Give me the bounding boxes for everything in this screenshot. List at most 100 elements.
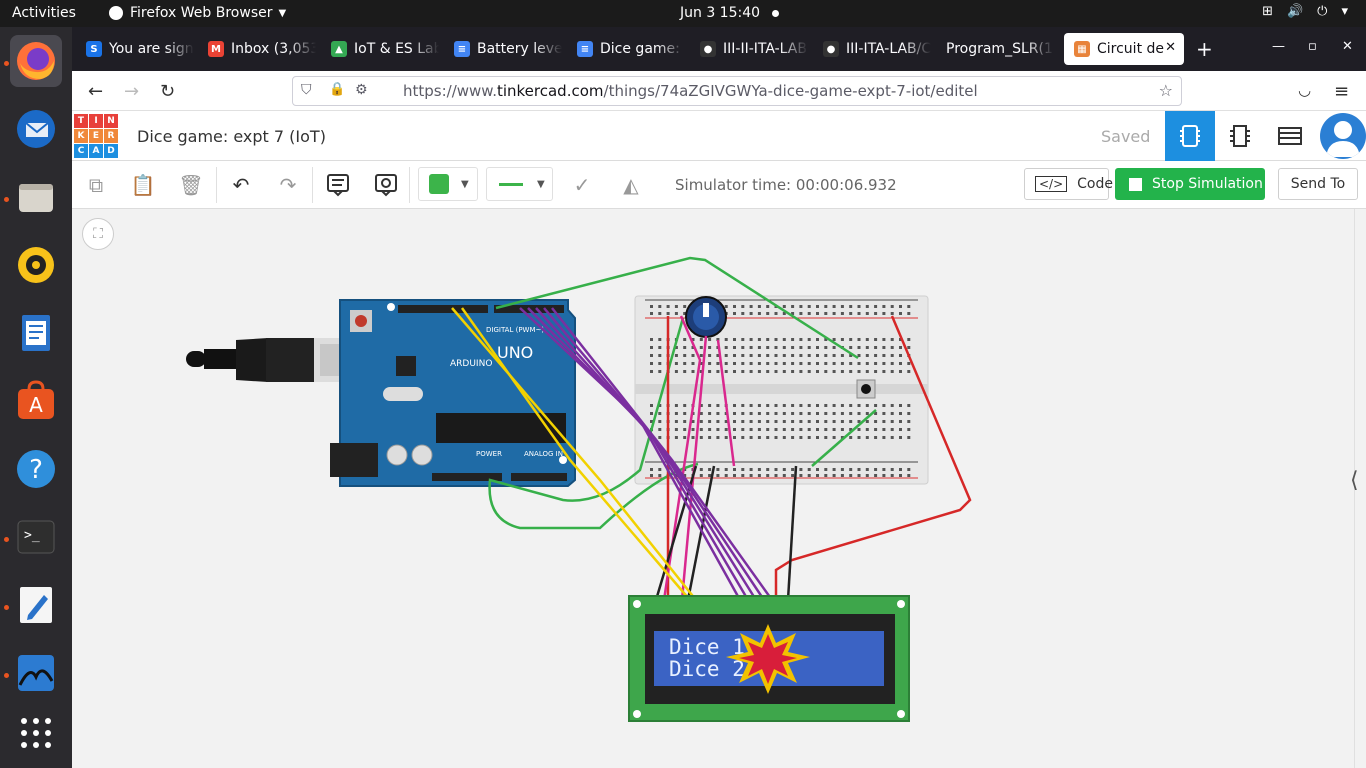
browser-tab[interactable]: ▲ IoT & ES Lab <box>321 33 439 65</box>
tab-label: Circuit de <box>1097 41 1165 57</box>
rotate-icon[interactable]: ✓ <box>568 171 596 199</box>
wire-type-icon <box>499 182 523 186</box>
tinkercad-header: TIN KER CAD Dice game: expt 7 (IoT) Saved <box>72 111 1366 161</box>
show-apps-icon[interactable] <box>10 707 62 759</box>
app-name: Firefox Web Browser <box>130 5 273 21</box>
stop-icon <box>1129 177 1142 191</box>
browser-tab[interactable]: ≡ Dice game: e <box>567 33 685 65</box>
text-editor-icon[interactable] <box>10 579 62 631</box>
app-center-icon[interactable]: A <box>10 375 62 427</box>
minimize-icon[interactable]: — <box>1272 39 1285 54</box>
redo-icon[interactable]: ↷ <box>274 171 302 199</box>
code-icon: </> <box>1035 176 1068 192</box>
clock[interactable]: Jun 3 15:40 <box>680 5 760 21</box>
help-icon[interactable]: ? <box>10 443 62 495</box>
design-title[interactable]: Dice game: expt 7 (IoT) <box>137 127 326 146</box>
forward-icon[interactable]: → <box>124 81 139 102</box>
browser-tab[interactable]: ≡ Battery leve <box>444 33 562 65</box>
chevron-down-icon[interactable]: ▾ <box>1341 4 1348 19</box>
libreoffice-writer-icon[interactable] <box>10 307 62 359</box>
browser-tab[interactable]: Program_SLR(1 <box>936 33 1054 65</box>
zoom-to-fit-icon[interactable]: ⛶ <box>82 218 114 250</box>
logo-letter: N <box>104 114 118 128</box>
firefox-app-icon <box>109 6 123 20</box>
shield-icon[interactable]: ⛉ <box>301 82 312 98</box>
close-window-icon[interactable]: ✕ <box>1342 39 1353 54</box>
terminal-icon[interactable]: >_ <box>10 511 62 563</box>
pocket-icon[interactable]: ◡ <box>1298 81 1311 99</box>
new-tab-icon[interactable]: + <box>1196 37 1213 61</box>
back-icon[interactable]: ← <box>88 81 103 102</box>
toolbar-divider <box>312 167 313 203</box>
schematic-icon <box>1230 125 1250 147</box>
tab-favicon-icon: M <box>208 41 224 57</box>
permissions-icon[interactable]: ⚙ <box>355 82 368 98</box>
url-text[interactable]: https://www.tinkercad.com/things/74aZGIV… <box>403 82 978 100</box>
stop-simulation-button[interactable]: Stop Simulation <box>1115 168 1265 200</box>
tinkercad-logo[interactable]: TIN KER CAD <box>74 114 118 158</box>
firefox-icon[interactable] <box>10 35 62 87</box>
app-menu[interactable]: Firefox Web Browser ▼ <box>108 5 286 21</box>
svg-text:>_: >_ <box>24 528 40 543</box>
network-icon[interactable]: ⊞ <box>1262 4 1273 19</box>
wire-color-swatch <box>429 174 449 194</box>
github-icon: ● <box>823 41 839 57</box>
power-icon[interactable]: ⏻ <box>1317 4 1327 19</box>
flip-icon[interactable]: ◭ <box>617 171 645 199</box>
stop-simulation-label: Stop Simulation <box>1152 176 1263 192</box>
menu-icon[interactable]: ≡ <box>1334 81 1349 102</box>
toggle-notes-visibility-icon[interactable] <box>372 171 400 199</box>
code-button[interactable]: </> Code <box>1024 168 1113 200</box>
circuit-canvas[interactable] <box>72 209 1354 768</box>
wire-type-dropdown[interactable]: ▼ <box>486 167 553 201</box>
running-indicator <box>4 61 9 66</box>
lock-icon[interactable]: 🔒 <box>329 82 345 97</box>
simulator-time: Simulator time: 00:00:06.932 <box>675 176 897 194</box>
undo-icon[interactable]: ↶ <box>227 171 255 199</box>
thunderbird-icon[interactable] <box>10 103 62 155</box>
logo-letter: A <box>89 144 103 158</box>
schematic-view-tab[interactable] <box>1215 111 1265 161</box>
delete-icon[interactable]: 🗑 <box>177 171 205 199</box>
paste-icon[interactable]: 📋 <box>129 171 157 199</box>
notification-dot <box>772 10 779 17</box>
browser-tab[interactable]: M Inbox (3,053 <box>198 33 316 65</box>
browser-tab-active[interactable]: ▦ Circuit de ✕ <box>1064 33 1184 65</box>
browser-tab[interactable]: S You are sign <box>76 33 194 65</box>
breadboard-icon <box>1180 125 1200 147</box>
logo-letter: K <box>74 129 88 143</box>
browser-tab[interactable]: ● III-ITA-LAB/C <box>813 33 931 65</box>
send-to-button[interactable]: Send To <box>1278 168 1358 200</box>
expand-panel-icon[interactable]: ⟨ <box>1350 468 1366 508</box>
close-tab-icon[interactable]: ✕ <box>1165 40 1176 55</box>
wireshark-icon[interactable] <box>10 647 62 699</box>
user-avatar[interactable] <box>1320 113 1366 159</box>
logo-letter: T <box>74 114 88 128</box>
logo-letter: R <box>104 129 118 143</box>
activities-button[interactable]: Activities <box>12 5 76 21</box>
reload-icon[interactable]: ↻ <box>160 81 175 102</box>
browser-tab[interactable]: ● III-II-ITA-LAB <box>690 33 808 65</box>
tab-favicon-icon: ≡ <box>454 41 470 57</box>
bookmark-star-icon[interactable]: ☆ <box>1159 81 1173 100</box>
system-top-bar: Activities Firefox Web Browser ▼ Jun 3 1… <box>0 0 1366 27</box>
url-bar[interactable]: ⛉ 🔒 ⚙ https://www.tinkercad.com/things/7… <box>292 76 1182 106</box>
notes-icon[interactable] <box>324 171 352 199</box>
toolbar-divider <box>409 167 410 203</box>
volume-icon[interactable]: 🔊 <box>1287 4 1303 19</box>
circuit-view-tab[interactable] <box>1165 111 1215 161</box>
tab-favicon-icon: ≡ <box>577 41 593 57</box>
logo-letter: D <box>104 144 118 158</box>
maximize-icon[interactable]: ▫ <box>1308 39 1317 54</box>
component-list-tab[interactable] <box>1265 111 1315 161</box>
send-to-label: Send To <box>1290 176 1346 192</box>
logo-letter: C <box>74 144 88 158</box>
copy-icon[interactable]: ⧉ <box>82 171 110 199</box>
chevron-down-icon: ▼ <box>278 7 287 19</box>
wire-color-dropdown[interactable]: ▼ <box>418 167 478 201</box>
rhythmbox-icon[interactable] <box>10 239 62 291</box>
logo-letter: E <box>89 129 103 143</box>
editor-toolbar: ⧉ 📋 🗑 ↶ ↷ ▼ ▼ ✓ ◭ Simulator time: 00:00:… <box>72 161 1366 209</box>
files-icon[interactable] <box>10 171 62 223</box>
system-tray[interactable]: ⊞ 🔊 ⏻ ▾ <box>1262 4 1348 19</box>
